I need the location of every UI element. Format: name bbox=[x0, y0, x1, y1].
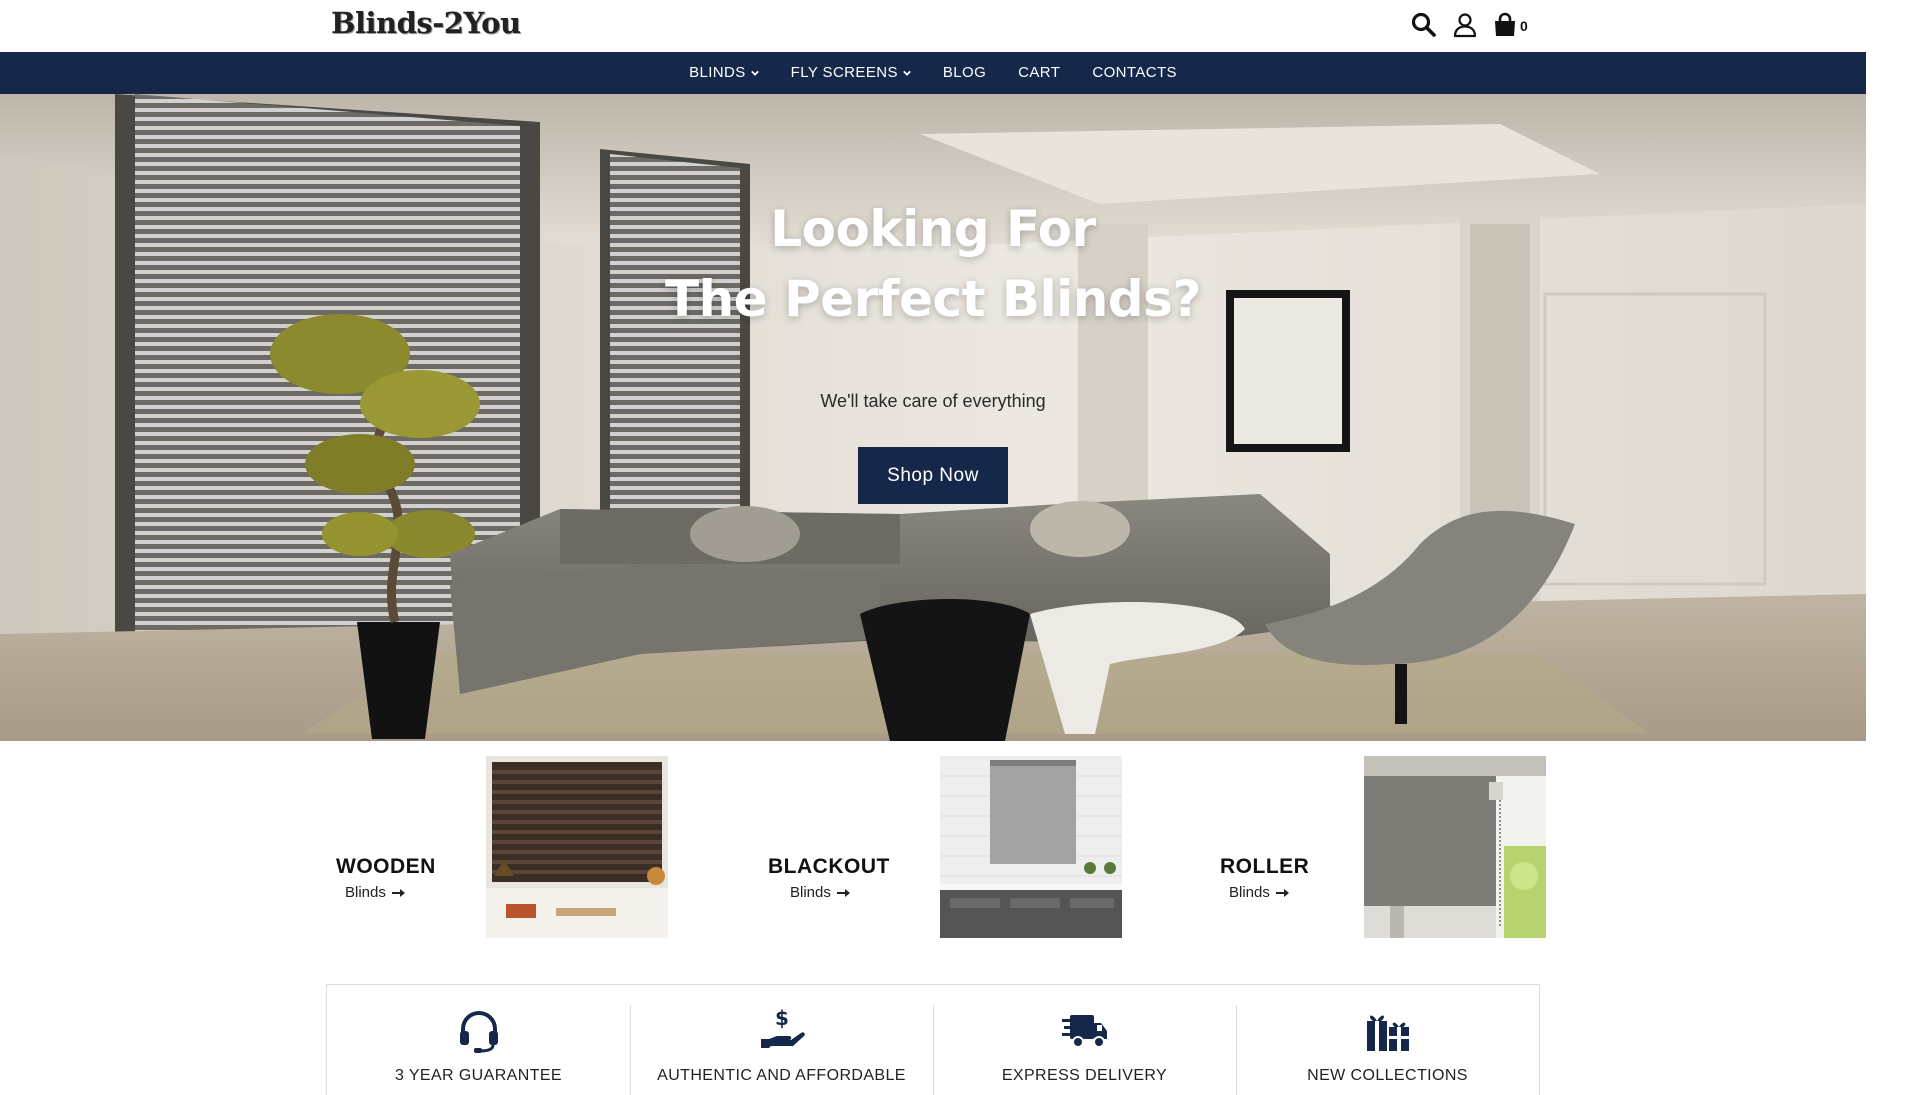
feature-label: AUTHENTIC AND AFFORDABLE bbox=[657, 1067, 906, 1084]
search-icon[interactable] bbox=[1410, 11, 1438, 39]
hero-living-room-image bbox=[0, 94, 1866, 741]
category-link-wooden[interactable]: Blinds bbox=[345, 884, 406, 901]
nav-item-label: FLY SCREENS bbox=[790, 64, 898, 81]
delivery-truck-icon bbox=[1062, 1007, 1108, 1053]
category-title-roller[interactable]: ROLLER bbox=[1220, 855, 1309, 879]
gifts-icon bbox=[1365, 1007, 1411, 1053]
nav-item-label: CART bbox=[1018, 64, 1061, 81]
category-link-blackout[interactable]: Blinds bbox=[790, 884, 851, 901]
feature-label: 3 YEAR GUARANTEE bbox=[394, 1067, 563, 1084]
feature-guarantee: 3 YEAR GUARANTEE bbox=[327, 985, 630, 1095]
hero-banner: Looking For The Perfect Blinds? We'll ta… bbox=[0, 94, 1866, 741]
feature-delivery: EXPRESS DELIVERY bbox=[933, 985, 1236, 1095]
arrow-right-icon bbox=[836, 888, 850, 897]
category-link-label: Blinds bbox=[1229, 884, 1270, 901]
headset-icon bbox=[456, 1007, 502, 1053]
category-title-blackout[interactable]: BLACKOUT bbox=[768, 855, 890, 879]
arrow-right-icon bbox=[1275, 888, 1289, 897]
hero-subtitle: We'll take care of everything bbox=[820, 391, 1046, 411]
feature-new-collections: NEW COLLECTIONS bbox=[1236, 985, 1539, 1095]
features-strip: 3 YEAR GUARANTEE $ AUTHENTIC AND AFFORDA… bbox=[326, 984, 1540, 1095]
main-nav: BLINDS FLY SCREENS BLOG CART CONTACTS bbox=[0, 52, 1866, 94]
category-link-roller[interactable]: Blinds bbox=[1229, 884, 1290, 901]
hero-title-line2: The Perfect Blinds? bbox=[665, 270, 1201, 328]
nav-item-label: BLINDS bbox=[689, 64, 746, 81]
roller-blinds-image[interactable] bbox=[1364, 756, 1546, 938]
nav-item-label: BLOG bbox=[942, 64, 987, 81]
feature-label: NEW COLLECTIONS bbox=[1307, 1067, 1468, 1084]
nav-item-cart[interactable]: CART bbox=[1002, 52, 1076, 94]
feature-authentic: $ AUTHENTIC AND AFFORDABLE bbox=[630, 985, 933, 1095]
arrow-right-icon bbox=[391, 888, 405, 897]
shopping-bag-icon[interactable] bbox=[1491, 11, 1519, 39]
hand-dollar-icon: $ bbox=[759, 1006, 805, 1053]
category-title-wooden[interactable]: WOODEN bbox=[336, 855, 436, 879]
cart-count-badge[interactable]: 0 bbox=[1520, 18, 1528, 34]
nav-item-label: CONTACTS bbox=[1092, 64, 1177, 81]
site-header: Blinds-2You 0 bbox=[0, 0, 1920, 52]
chevron-down-icon bbox=[903, 70, 911, 76]
nav-item-blog[interactable]: BLOG bbox=[927, 52, 1002, 94]
wooden-blinds-image[interactable] bbox=[486, 756, 668, 938]
svg-text:$: $ bbox=[775, 1007, 789, 1030]
category-link-label: Blinds bbox=[345, 884, 386, 901]
shop-now-button[interactable]: Shop Now bbox=[858, 447, 1008, 504]
user-icon[interactable] bbox=[1451, 11, 1479, 39]
nav-item-blinds[interactable]: BLINDS bbox=[673, 52, 775, 94]
feature-label: EXPRESS DELIVERY bbox=[1001, 1067, 1168, 1084]
chevron-down-icon bbox=[750, 70, 759, 76]
hero-title-line1: Looking For bbox=[770, 200, 1096, 258]
nav-item-fly-screens[interactable]: FLY SCREENS bbox=[775, 52, 927, 94]
category-link-label: Blinds bbox=[790, 884, 831, 901]
nav-item-contacts[interactable]: CONTACTS bbox=[1076, 52, 1193, 94]
site-logo[interactable]: Blinds-2You bbox=[331, 6, 521, 40]
blackout-blinds-image[interactable] bbox=[940, 756, 1122, 938]
